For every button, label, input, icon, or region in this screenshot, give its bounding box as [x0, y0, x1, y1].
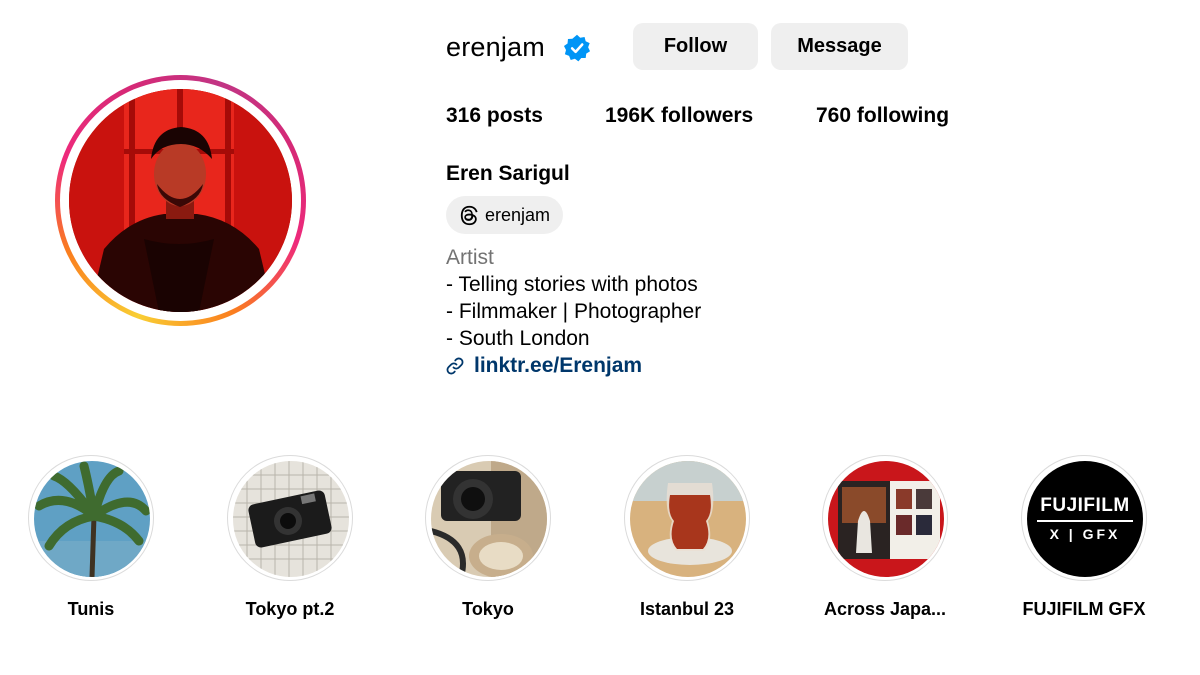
category-label: Artist	[446, 246, 494, 269]
fujifilm-logo: FUJIFILM	[1040, 495, 1130, 516]
external-link-row: linktr.ee/Erenjam	[446, 352, 642, 380]
highlight-cover	[431, 461, 547, 577]
username: erenjam	[446, 32, 545, 62]
message-button[interactable]: Message	[771, 23, 908, 70]
full-name: Eren Sarigul	[446, 162, 570, 185]
bio-line: - South London	[446, 327, 590, 350]
threads-badge[interactable]: erenjam	[446, 196, 563, 234]
highlight-cover	[828, 461, 944, 577]
follow-button[interactable]: Follow	[633, 23, 758, 70]
bio-line: - Filmmaker | Photographer	[446, 300, 702, 323]
highlight-label: Istanbul 23	[639, 599, 735, 619]
following-count[interactable]: 760 following	[816, 102, 949, 130]
bio: Artist - Telling stories with photos - F…	[446, 244, 701, 352]
threads-handle: erenjam	[485, 204, 551, 225]
highlight-cover: FUJIFILM X | GFX	[1027, 461, 1143, 577]
external-link[interactable]: linktr.ee/Erenjam	[474, 354, 642, 378]
highlight-cover	[630, 461, 746, 577]
highlight-label: Across Japa...	[823, 599, 947, 619]
verified-badge-icon	[563, 34, 591, 62]
highlight-label: Tokyo pt.2	[245, 599, 335, 619]
highlight-label: Tunis	[67, 599, 115, 619]
highlight-label: Tokyo	[462, 599, 514, 619]
highlight-cover	[34, 461, 150, 577]
bio-line: - Telling stories with photos	[446, 273, 698, 296]
posts-count: 316 posts	[446, 104, 543, 127]
profile-avatar[interactable]	[55, 75, 306, 326]
link-icon	[446, 357, 464, 375]
highlight-label: FUJIFILM GFX	[1022, 599, 1146, 619]
followers-count[interactable]: 196K followers	[605, 102, 753, 130]
highlight-cover	[233, 461, 349, 577]
threads-icon	[460, 205, 478, 226]
avatar-photo	[69, 89, 292, 312]
gfx-logo: X | GFX	[1049, 526, 1121, 542]
profile-page: erenjam Follow Message 316 posts 196K fo…	[0, 0, 1200, 675]
